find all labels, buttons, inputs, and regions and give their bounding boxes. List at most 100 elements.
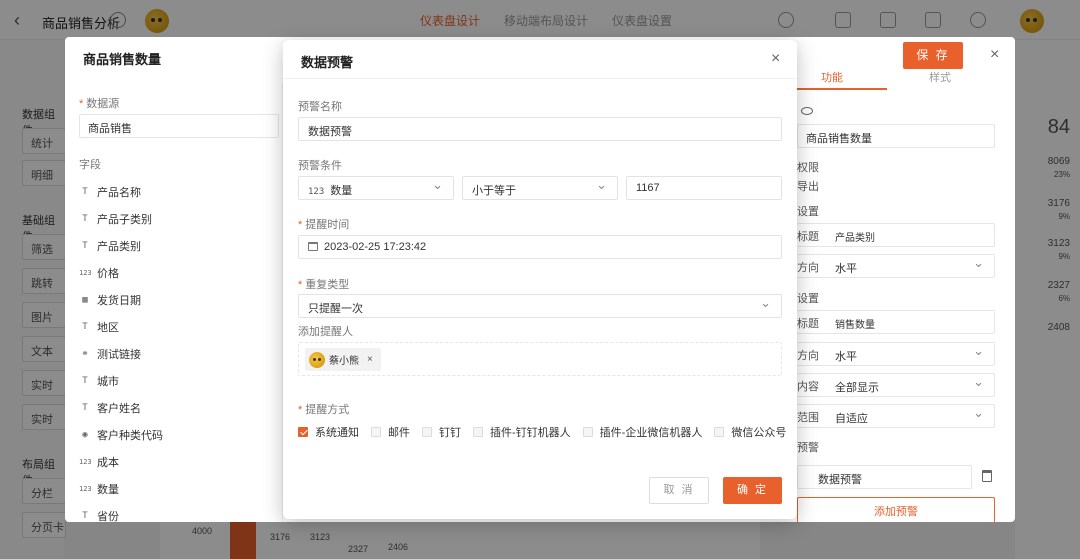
field-item[interactable]: ⚭ 测试链接 <box>79 340 279 367</box>
divider <box>283 78 797 79</box>
trash-icon[interactable] <box>982 470 992 482</box>
fields-label: 字段 <box>79 159 101 171</box>
field-label: 地区 <box>97 321 119 334</box>
field-item[interactable]: T 产品类别 <box>79 232 279 259</box>
field-item[interactable]: T 城市 <box>79 367 279 394</box>
recipients-label: 添加提醒人 <box>298 326 353 338</box>
remind-time-label: * 提醒时间 <box>298 219 350 231</box>
property-panel: 功能 样式 商品销售数量 权限 导出 设置 标题 产品类别 方向 水平 设置 标… <box>787 67 1015 522</box>
checkbox[interactable] <box>422 427 432 437</box>
remind-method-label: 插件-企业微信机器人 <box>599 427 703 439</box>
remind-method-label: * 提醒方式 <box>298 404 350 416</box>
y-direction-select[interactable]: 水平 <box>797 342 995 366</box>
field-item[interactable]: T 省份 <box>79 502 279 529</box>
field-label: 测试链接 <box>97 348 141 361</box>
remind-method-label: 钉钉 <box>439 427 461 439</box>
range-select[interactable]: 自适应 <box>797 404 995 428</box>
code-field-icon: ◉ <box>82 429 88 440</box>
remind-method-option[interactable]: 插件-钉钉机器人 <box>473 424 571 440</box>
data-config-panel: * 数据源 商品销售 字段 T 产品名称 T 产品子类别 T 产品类别 123 价格 ▦ 发货日期 T… <box>65 82 283 523</box>
field-item[interactable]: ▦ 发货日期 <box>79 286 279 313</box>
remove-recipient-icon[interactable]: × <box>367 354 373 365</box>
add-warning-button[interactable]: 添加预警 <box>797 497 995 522</box>
text-field-icon: T <box>82 213 88 224</box>
field-label: 产品子类别 <box>97 213 152 226</box>
remind-method-label: 邮件 <box>388 427 410 439</box>
calendar-icon <box>308 242 318 251</box>
field-item[interactable]: 123 价格 <box>79 259 279 286</box>
save-button[interactable]: 保 存 <box>903 42 963 69</box>
field-item[interactable]: T 产品子类别 <box>79 205 279 232</box>
x-title-input[interactable]: 产品类别 <box>797 223 995 247</box>
remind-method-option[interactable]: 插件-企业微信机器人 <box>582 424 703 440</box>
eye-icon[interactable] <box>801 107 813 115</box>
close-icon[interactable]: × <box>771 50 780 68</box>
remind-method-option[interactable]: 钉钉 <box>422 424 461 440</box>
checkbox[interactable] <box>298 427 308 437</box>
component-name-input[interactable]: 商品销售数量 <box>797 124 995 148</box>
checkbox[interactable] <box>473 427 483 437</box>
condition-value-input[interactable]: 1167 <box>626 176 782 200</box>
checkbox[interactable] <box>582 427 593 437</box>
field-item[interactable]: 123 数量 <box>79 475 279 502</box>
permission-label: 权限 <box>797 162 819 174</box>
field-label: 数量 <box>97 483 119 496</box>
field-list: T 产品名称 T 产品子类别 T 产品类别 123 价格 ▦ 发货日期 T 地区 ⚭ 测试链接 T 城市 T 客户… <box>79 178 279 529</box>
content-select[interactable]: 全部显示 <box>797 373 995 397</box>
active-tab-indicator <box>787 88 887 90</box>
text-field-icon: T <box>82 321 88 332</box>
text-field-icon: T <box>82 186 88 197</box>
y-axis-setting-label: 设置 <box>797 293 819 305</box>
tab-style[interactable]: 样式 <box>929 69 951 85</box>
repeat-type-select[interactable]: 只提醒一次 <box>298 294 782 318</box>
field-label: 产品名称 <box>97 186 141 199</box>
recipients-box[interactable]: 蔡小熊 × <box>298 342 782 376</box>
date-field-icon: ▦ <box>82 294 88 305</box>
number-field-icon: 123 <box>79 457 92 466</box>
condition-field-select[interactable]: 123 数量 <box>298 176 454 200</box>
remind-time-picker[interactable]: 2023-02-25 17:23:42 <box>298 235 782 259</box>
remind-method-label: 系统通知 <box>315 427 359 439</box>
repeat-type-label: * 重复类型 <box>298 279 350 291</box>
x-direction-select[interactable]: 水平 <box>797 254 995 278</box>
field-label: 省份 <box>97 510 119 523</box>
remind-method-label: 微信公众号 <box>731 427 787 439</box>
condition-label: 预警条件 <box>298 160 342 172</box>
x-axis-setting-label: 设置 <box>797 206 819 218</box>
checkbox[interactable] <box>371 427 381 437</box>
text-field-icon: T <box>82 240 88 251</box>
condition-operator-select[interactable]: 小于等于 <box>462 176 618 200</box>
confirm-button[interactable]: 确 定 <box>723 477 782 504</box>
data-source-select[interactable]: 商品销售 <box>79 114 279 138</box>
remind-methods: 系统通知 邮件 钉钉 插件-钉钉机器人 插件-企业微信机器人 微信公众号 <box>298 424 798 440</box>
warning-name-input[interactable]: 数据预警 <box>298 117 782 141</box>
data-warning-modal: 数据预警 × 预警名称 数据预警 预警条件 123数量 小于等于 1167 *提… <box>283 40 797 519</box>
drawer-title: 商品销售数量 <box>83 52 162 67</box>
text-field-icon: T <box>82 510 88 521</box>
field-label: 客户姓名 <box>97 402 141 415</box>
warning-label: 预警 <box>797 442 819 454</box>
field-item[interactable]: T 地区 <box>79 313 279 340</box>
modal-title: 数据预警 <box>301 55 354 70</box>
remind-method-option[interactable]: 系统通知 <box>298 424 359 440</box>
remind-method-option[interactable]: 邮件 <box>371 424 410 440</box>
field-item[interactable]: T 产品名称 <box>79 178 279 205</box>
checkbox[interactable] <box>714 427 725 437</box>
close-icon[interactable]: × <box>990 46 999 64</box>
field-label: 产品类别 <box>97 240 141 253</box>
field-item[interactable]: 123 成本 <box>79 448 279 475</box>
field-item[interactable]: T 客户姓名 <box>79 394 279 421</box>
warning-item[interactable]: 数据预警 <box>797 465 972 489</box>
cancel-button[interactable]: 取 消 <box>649 477 709 504</box>
field-item[interactable]: ◉ 客户种类代码 <box>79 421 279 448</box>
recipient-name: 蔡小熊 <box>329 356 359 367</box>
number-field-icon: 123 <box>79 484 92 493</box>
recipient-avatar <box>309 351 325 368</box>
field-label: 发货日期 <box>97 294 141 307</box>
tab-function[interactable]: 功能 <box>821 69 843 85</box>
y-title-input[interactable]: 销售数量 <box>797 310 995 334</box>
number-field-icon: 123 <box>308 187 325 197</box>
remind-method-option[interactable]: 微信公众号 <box>714 424 786 440</box>
number-field-icon: 123 <box>79 268 92 277</box>
remind-method-label: 插件-钉钉机器人 <box>490 427 571 439</box>
